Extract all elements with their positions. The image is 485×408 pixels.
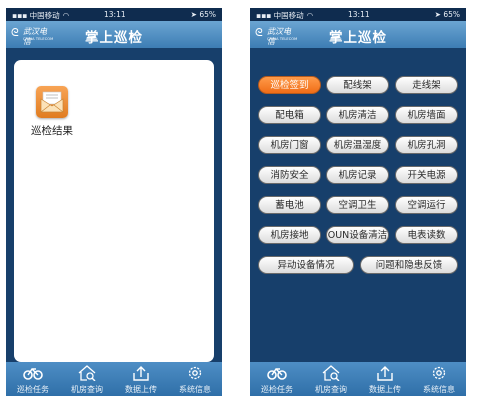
phone-screen-results: ▪▪▪ 中国移动 ◠ 13:11 ➤ 65% ᘓ 武汉电信 CHINA TELEC… — [6, 8, 222, 396]
gear-icon — [188, 366, 202, 380]
battery-level: 65% — [199, 10, 216, 19]
tab-data-upload[interactable]: 数据上传 — [114, 362, 168, 396]
tab-label: 机房查询 — [315, 385, 347, 394]
header-bar: ᘓ 武汉电信 CHINA TELECOM 掌上巡检 — [6, 21, 222, 48]
menu-button-battery[interactable]: 蓄电池 — [258, 196, 321, 214]
tab-label: 巡检任务 — [261, 385, 293, 394]
carrier-name: 中国移动 — [29, 11, 60, 20]
tab-system-info[interactable]: 系统信息 — [412, 362, 466, 396]
upload-icon — [133, 366, 149, 381]
results-panel: 巡检结果 — [14, 60, 214, 362]
envelope-icon — [36, 86, 68, 118]
menu-button-room-records[interactable]: 机房记录 — [326, 166, 389, 184]
tab-room-query[interactable]: 机房查询 — [60, 362, 114, 396]
tab-system-info[interactable]: 系统信息 — [168, 362, 222, 396]
menu-button-switch-power[interactable]: 开关电源 — [395, 166, 458, 184]
menu-button-ac-hygiene[interactable]: 空调卫生 — [326, 196, 389, 214]
menu-button-room-walls[interactable]: 机房墙面 — [395, 106, 458, 124]
page-title: 掌上巡检 — [85, 30, 143, 46]
menu-button-temp-humidity[interactable]: 机房温湿度 — [326, 136, 389, 154]
tab-bar: 巡检任务 机房查询 数据上传 系统信息 — [250, 362, 466, 396]
tab-label: 系统信息 — [179, 385, 211, 394]
menu-button-doors-windows[interactable]: 机房门窗 — [258, 136, 321, 154]
inspection-results-label: 巡检结果 — [31, 125, 73, 137]
tab-bar: 巡检任务 机房查询 数据上传 系统信息 — [6, 362, 222, 396]
house-search-icon — [322, 365, 340, 381]
menu-button-meter-reading[interactable]: 电表读数 — [395, 226, 458, 244]
tab-inspection-tasks[interactable]: 巡检任务 — [6, 362, 60, 396]
tab-label: 数据上传 — [369, 385, 401, 394]
wifi-icon: ◠ — [62, 11, 70, 20]
tab-data-upload[interactable]: 数据上传 — [358, 362, 412, 396]
menu-button-wiring-frame[interactable]: 配线架 — [326, 76, 389, 94]
clock: 13:11 — [104, 10, 126, 19]
menu-button-cable-tray[interactable]: 走线架 — [395, 76, 458, 94]
tab-inspection-tasks[interactable]: 巡检任务 — [250, 362, 304, 396]
bike-icon — [23, 368, 43, 380]
tab-label: 系统信息 — [423, 385, 455, 394]
tab-label: 巡检任务 — [17, 385, 49, 394]
menu-button-room-holes[interactable]: 机房孔洞 — [395, 136, 458, 154]
bike-icon — [267, 368, 287, 380]
menu-button-abnormal-equipment[interactable]: 异动设备情况 — [258, 256, 354, 274]
inspection-menu: 巡检签到 配线架 走线架 配电箱 机房清洁 机房墙面 机房门窗 机房温湿度 机房… — [250, 8, 466, 396]
menu-button-issue-feedback[interactable]: 问题和隐患反馈 — [360, 256, 458, 274]
tab-label: 机房查询 — [71, 385, 103, 394]
signal-icon: ▪▪▪ — [12, 11, 28, 20]
tab-room-query[interactable]: 机房查询 — [304, 362, 358, 396]
menu-button-oun-cleaning[interactable]: OUN设备清洁 — [326, 226, 389, 244]
tab-label: 数据上传 — [125, 385, 157, 394]
upload-icon — [377, 366, 393, 381]
status-bar: ▪▪▪ 中国移动 ◠ 13:11 ➤ 65% — [6, 8, 222, 21]
gear-icon — [432, 366, 446, 380]
menu-button-distribution-box[interactable]: 配电箱 — [258, 106, 321, 124]
location-arrow-icon: ➤ — [190, 10, 197, 19]
menu-button-checkin[interactable]: 巡检签到 — [258, 76, 321, 94]
menu-button-room-cleaning[interactable]: 机房清洁 — [326, 106, 389, 124]
menu-button-fire-safety[interactable]: 消防安全 — [258, 166, 321, 184]
menu-button-ac-operation[interactable]: 空调运行 — [395, 196, 458, 214]
house-search-icon — [78, 365, 96, 381]
phone-screen-menu: ▪▪▪ 中国移动 ◠ 13:11 ➤ 65% ᘓ 武汉电信 CHINA TELEC… — [250, 8, 466, 396]
menu-button-grounding[interactable]: 机房接地 — [258, 226, 321, 244]
inspection-results-item[interactable]: 巡检结果 — [28, 86, 76, 142]
